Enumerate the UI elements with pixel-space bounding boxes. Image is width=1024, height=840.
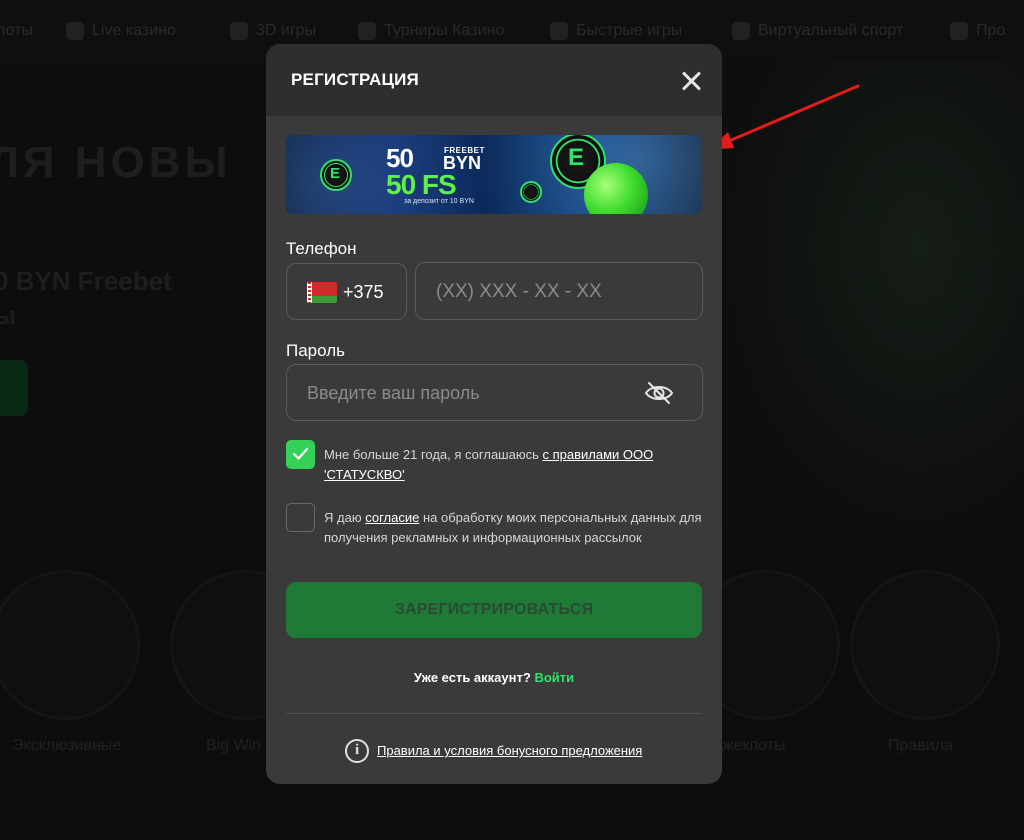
age-consent-label: Мне больше 21 года, я соглашаюсь: [324, 447, 543, 462]
password-input[interactable]: Введите ваш пароль: [286, 364, 703, 421]
promo-banner[interactable]: E E 50 FREEBET BYN 50 FS за депозит от 1…: [286, 135, 701, 214]
banner-deposit-note: за депозит от 10 BYN: [404, 198, 474, 205]
phone-placeholder: (XX) XXX - XX - XX: [436, 281, 602, 302]
age-consent-text: Мне больше 21 года, я соглашаюсь с прави…: [324, 445, 704, 485]
modal-header: РЕГИСТРАЦИЯ: [266, 44, 722, 116]
phone-input[interactable]: (XX) XXX - XX - XX: [415, 262, 703, 320]
data-consent-checkbox[interactable]: [286, 503, 315, 532]
banner-freespins: 50 FS: [386, 169, 457, 200]
phone-label: Телефон: [286, 239, 357, 258]
register-button[interactable]: ЗАРЕГИСТРИРОВАТЬСЯ: [286, 582, 702, 638]
eye-off-icon[interactable]: [644, 381, 674, 405]
login-link[interactable]: Войти: [534, 670, 574, 685]
password-placeholder: Введите ваш пароль: [307, 383, 480, 403]
have-account-text: Уже есть аккаунт?: [413, 670, 531, 685]
belarus-flag-icon: [307, 282, 337, 303]
country-code-select[interactable]: +375: [286, 263, 407, 320]
data-consent-label: Я даю: [324, 510, 366, 525]
bonus-rules-link[interactable]: Правила и условия бонусного предложения: [377, 743, 642, 758]
country-code: +375: [343, 282, 384, 302]
casino-chip-icon: [520, 181, 542, 203]
page: лоты Live казино 3D игры Турниры Казино …: [0, 0, 1024, 840]
registration-modal: РЕГИСТРАЦИЯ E E 50 FREEBET BYN 50 FS за …: [266, 44, 722, 784]
consent-link[interactable]: согласие: [365, 510, 419, 525]
data-consent-text: Я даю согласие на обработку моих персона…: [324, 508, 704, 548]
age-consent-checkbox[interactable]: [286, 440, 315, 469]
login-prompt: Уже есть аккаунт? Войти: [266, 670, 722, 685]
chip-letter: E: [330, 165, 341, 182]
close-icon[interactable]: [676, 66, 706, 96]
chip-letter: E: [568, 144, 585, 171]
checkmark-icon: [292, 447, 309, 460]
password-label: Пароль: [286, 341, 345, 360]
modal-title: РЕГИСТРАЦИЯ: [291, 70, 419, 89]
annotation-arrow-icon: [708, 84, 860, 150]
divider: [286, 713, 702, 714]
info-icon: i: [345, 739, 369, 763]
